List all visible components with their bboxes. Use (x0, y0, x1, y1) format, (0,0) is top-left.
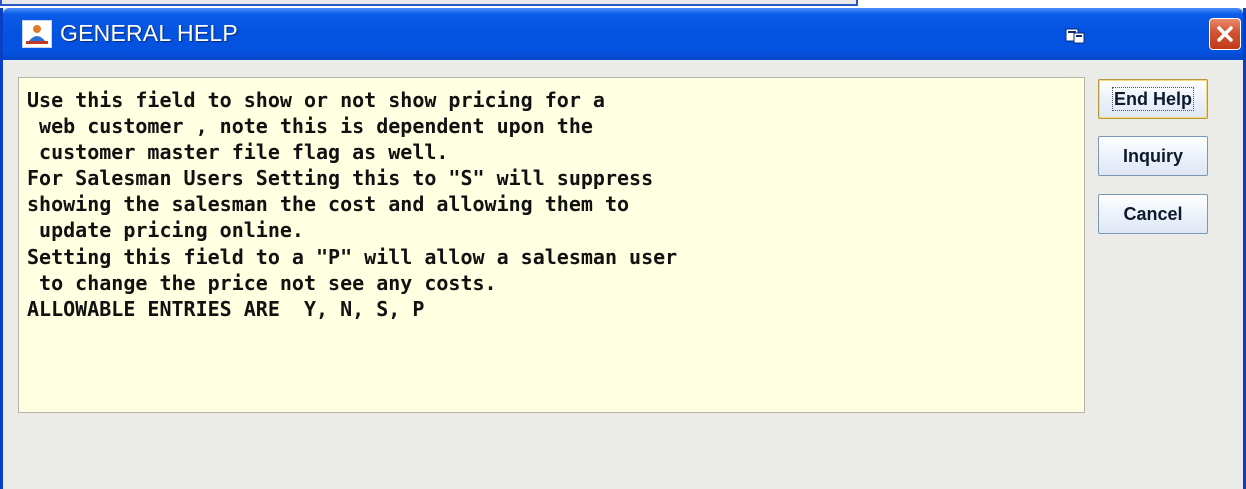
help-line: showing the salesman the cost and allowi… (27, 192, 630, 217)
help-text-area[interactable]: Use this field to show or not show prici… (18, 77, 1085, 413)
window-menu-icon[interactable] (1064, 27, 1086, 45)
close-icon (1217, 26, 1233, 42)
help-dialog: GENERAL HELP Use this field to show or n… (0, 8, 1246, 489)
end-help-button[interactable]: End Help (1098, 79, 1208, 119)
title-bar[interactable]: GENERAL HELP (3, 8, 1243, 60)
help-line: For Salesman Users Setting this to "S" w… (27, 166, 654, 191)
end-help-label: End Help (1111, 87, 1195, 111)
close-button[interactable] (1209, 18, 1241, 50)
cancel-label: Cancel (1123, 204, 1183, 224)
help-line: customer master file flag as well. (27, 140, 449, 165)
help-line: ALLOWABLE ENTRIES ARE Y, N, S, P (27, 296, 425, 321)
help-line: Use this field to show or not show prici… (27, 88, 605, 112)
help-line: to change the price not see any costs. (27, 270, 497, 295)
inquiry-button[interactable]: Inquiry (1098, 136, 1208, 176)
parent-window-edge (0, 0, 858, 6)
app-logo-icon[interactable] (22, 20, 52, 48)
inquiry-label: Inquiry (1122, 146, 1183, 166)
help-line: Setting this field to a "P" will allow a… (27, 244, 678, 269)
cancel-button[interactable]: Cancel (1098, 194, 1208, 234)
help-line: update pricing online. (27, 218, 304, 243)
help-line: web customer , note this is dependent up… (27, 114, 593, 139)
window-title: GENERAL HELP (60, 20, 238, 46)
